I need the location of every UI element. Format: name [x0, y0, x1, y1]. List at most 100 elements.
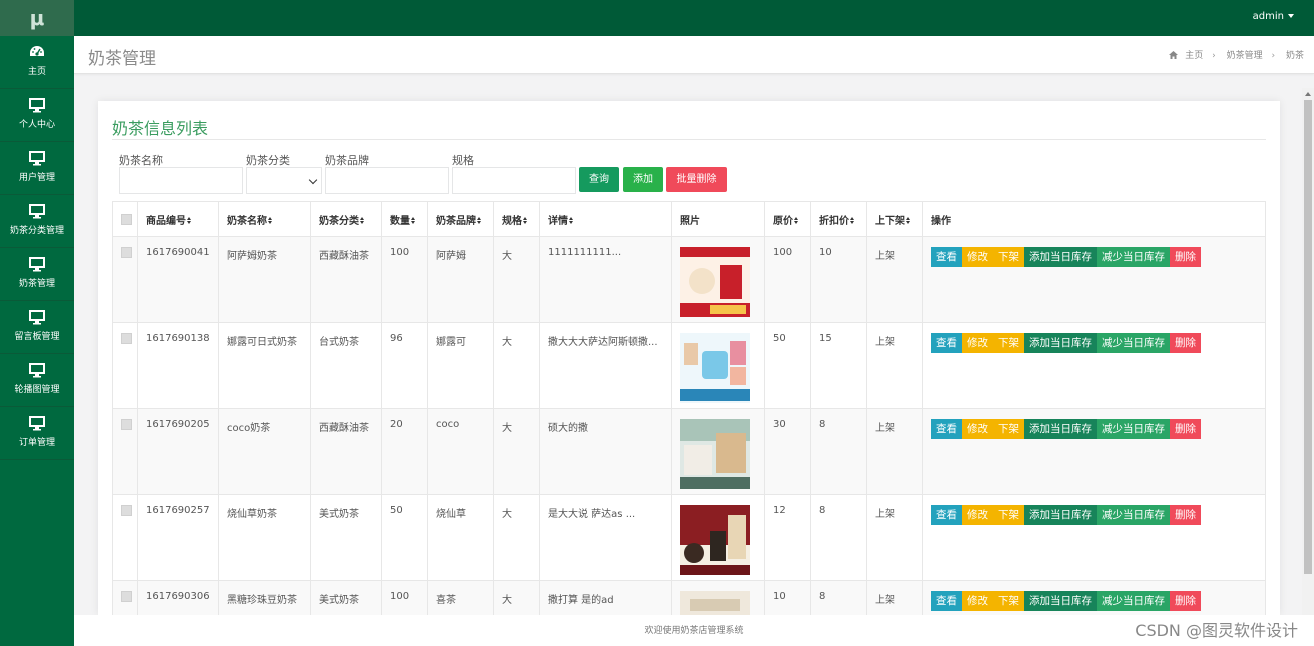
reduce-stock-button[interactable]: 减少当日库存 — [1097, 591, 1170, 611]
top-bar: μ admin — [0, 0, 1314, 36]
unlist-button[interactable]: 下架 — [993, 591, 1024, 611]
monitor-icon — [29, 204, 45, 219]
add-button[interactable]: 添加 — [623, 167, 663, 192]
sidebar-item-label: 个人中心 — [18, 120, 55, 130]
cell-photo — [671, 494, 765, 581]
cell-discount: 15 — [810, 322, 867, 409]
cell-photo — [671, 322, 765, 409]
reduce-stock-button[interactable]: 减少当日库存 — [1097, 247, 1170, 267]
edit-button[interactable]: 修改 — [962, 247, 993, 267]
spec-filter-input[interactable] — [452, 167, 576, 194]
row-checkbox[interactable] — [121, 505, 132, 516]
unlist-button[interactable]: 下架 — [993, 247, 1024, 267]
edit-button[interactable]: 修改 — [962, 505, 993, 525]
row-checkbox[interactable] — [121, 591, 132, 602]
cell-actions: 查看 修改 下架 添加当日库存 减少当日库存 删除 — [922, 580, 1266, 615]
delete-button[interactable]: 删除 — [1170, 591, 1201, 611]
delete-button[interactable]: 删除 — [1170, 505, 1201, 525]
monitor-icon — [29, 151, 45, 166]
view-button[interactable]: 查看 — [931, 591, 962, 611]
cell-spec: 大 — [493, 236, 540, 323]
sidebar-item-carousel[interactable]: 轮播图管理 — [0, 354, 74, 407]
brand-filter-input[interactable] — [325, 167, 449, 194]
breadcrumb-current: 奶茶 — [1285, 51, 1304, 61]
add-stock-button[interactable]: 添加当日库存 — [1024, 419, 1097, 439]
sidebar-item-profile[interactable]: 个人中心 — [0, 89, 74, 142]
view-button[interactable]: 查看 — [931, 247, 962, 267]
scrollbar-thumb[interactable] — [1304, 100, 1312, 574]
column-header-detail[interactable]: 详情 — [539, 201, 672, 237]
cell-actions: 查看 修改 下架 添加当日库存 减少当日库存 删除 — [922, 408, 1266, 495]
product-photo[interactable] — [680, 591, 750, 615]
edit-button[interactable]: 修改 — [962, 591, 993, 611]
scroll-up-arrow-icon[interactable] — [1305, 92, 1311, 96]
reduce-stock-button[interactable]: 减少当日库存 — [1097, 419, 1170, 439]
cell-spec: 大 — [493, 580, 540, 615]
sidebar-item-orders[interactable]: 订单管理 — [0, 407, 74, 460]
column-header-category[interactable]: 奶茶分类 — [310, 201, 382, 237]
monitor-icon — [29, 416, 45, 431]
reduce-stock-button[interactable]: 减少当日库存 — [1097, 505, 1170, 525]
sidebar-item-home[interactable]: 主页 — [0, 36, 74, 89]
breadcrumb-home[interactable]: 主页 — [1185, 51, 1203, 61]
product-photo[interactable] — [680, 505, 750, 575]
category-filter-select[interactable] — [246, 167, 322, 194]
column-header-brand[interactable]: 奶茶品牌 — [427, 201, 494, 237]
add-stock-button[interactable]: 添加当日库存 — [1024, 247, 1097, 267]
product-photo[interactable] — [680, 333, 750, 403]
sidebar-item-users[interactable]: 用户管理 — [0, 142, 74, 195]
unlist-button[interactable]: 下架 — [993, 419, 1024, 439]
add-stock-button[interactable]: 添加当日库存 — [1024, 333, 1097, 353]
row-checkbox[interactable] — [121, 419, 132, 430]
product-photo[interactable] — [680, 247, 750, 317]
sidebar-item-messages[interactable]: 留言板管理 — [0, 301, 74, 354]
column-header-id[interactable]: 商品编号 — [137, 201, 219, 237]
cell-photo — [671, 236, 765, 323]
unlist-button[interactable]: 下架 — [993, 333, 1024, 353]
row-select-cell — [112, 322, 138, 409]
column-header-name[interactable]: 奶茶名称 — [218, 201, 311, 237]
column-header-price[interactable]: 原价 — [764, 201, 811, 237]
view-button[interactable]: 查看 — [931, 419, 962, 439]
edit-button[interactable]: 修改 — [962, 419, 993, 439]
sort-icon — [794, 217, 799, 224]
delete-button[interactable]: 删除 — [1170, 247, 1201, 267]
view-button[interactable]: 查看 — [931, 333, 962, 353]
product-photo[interactable] — [680, 419, 750, 489]
edit-button[interactable]: 修改 — [962, 333, 993, 353]
sort-icon — [477, 217, 482, 224]
cell-qty: 20 — [381, 408, 428, 495]
user-menu[interactable]: admin — [1253, 0, 1294, 34]
view-button[interactable]: 查看 — [931, 505, 962, 525]
row-checkbox[interactable] — [121, 247, 132, 258]
cell-id: 1617690041 — [137, 236, 219, 323]
column-header-status[interactable]: 上下架 — [866, 201, 923, 237]
cell-discount: 8 — [810, 494, 867, 581]
delete-button[interactable]: 删除 — [1170, 333, 1201, 353]
row-checkbox[interactable] — [121, 333, 132, 344]
row-select-cell — [112, 236, 138, 323]
add-stock-button[interactable]: 添加当日库存 — [1024, 591, 1097, 611]
cell-name: coco奶茶 — [218, 408, 311, 495]
add-stock-button[interactable]: 添加当日库存 — [1024, 505, 1097, 525]
column-header-spec[interactable]: 规格 — [493, 201, 540, 237]
cell-id: 1617690205 — [137, 408, 219, 495]
name-filter-input[interactable] — [119, 167, 243, 194]
reduce-stock-button[interactable]: 减少当日库存 — [1097, 333, 1170, 353]
cell-detail: 撒打算 是的ad — [539, 580, 672, 615]
delete-button[interactable]: 删除 — [1170, 419, 1201, 439]
sidebar-item-categories[interactable]: 奶茶分类管理 — [0, 195, 74, 248]
monitor-icon — [29, 257, 45, 272]
cell-actions: 查看 修改 下架 添加当日库存 减少当日库存 删除 — [922, 236, 1266, 323]
sort-icon — [523, 217, 528, 224]
column-header-qty[interactable]: 数量 — [381, 201, 428, 237]
search-button[interactable]: 查询 — [579, 167, 619, 192]
cell-status: 上架 — [866, 322, 923, 409]
sidebar-item-milktea[interactable]: 奶茶管理 — [0, 248, 74, 301]
unlist-button[interactable]: 下架 — [993, 505, 1024, 525]
breadcrumb-section[interactable]: 奶茶管理 — [1227, 51, 1263, 61]
batch-delete-button[interactable]: 批量删除 — [666, 167, 727, 192]
select-all-checkbox[interactable] — [121, 213, 132, 225]
column-header-discount[interactable]: 折扣价 — [810, 201, 867, 237]
cell-discount: 8 — [810, 580, 867, 615]
